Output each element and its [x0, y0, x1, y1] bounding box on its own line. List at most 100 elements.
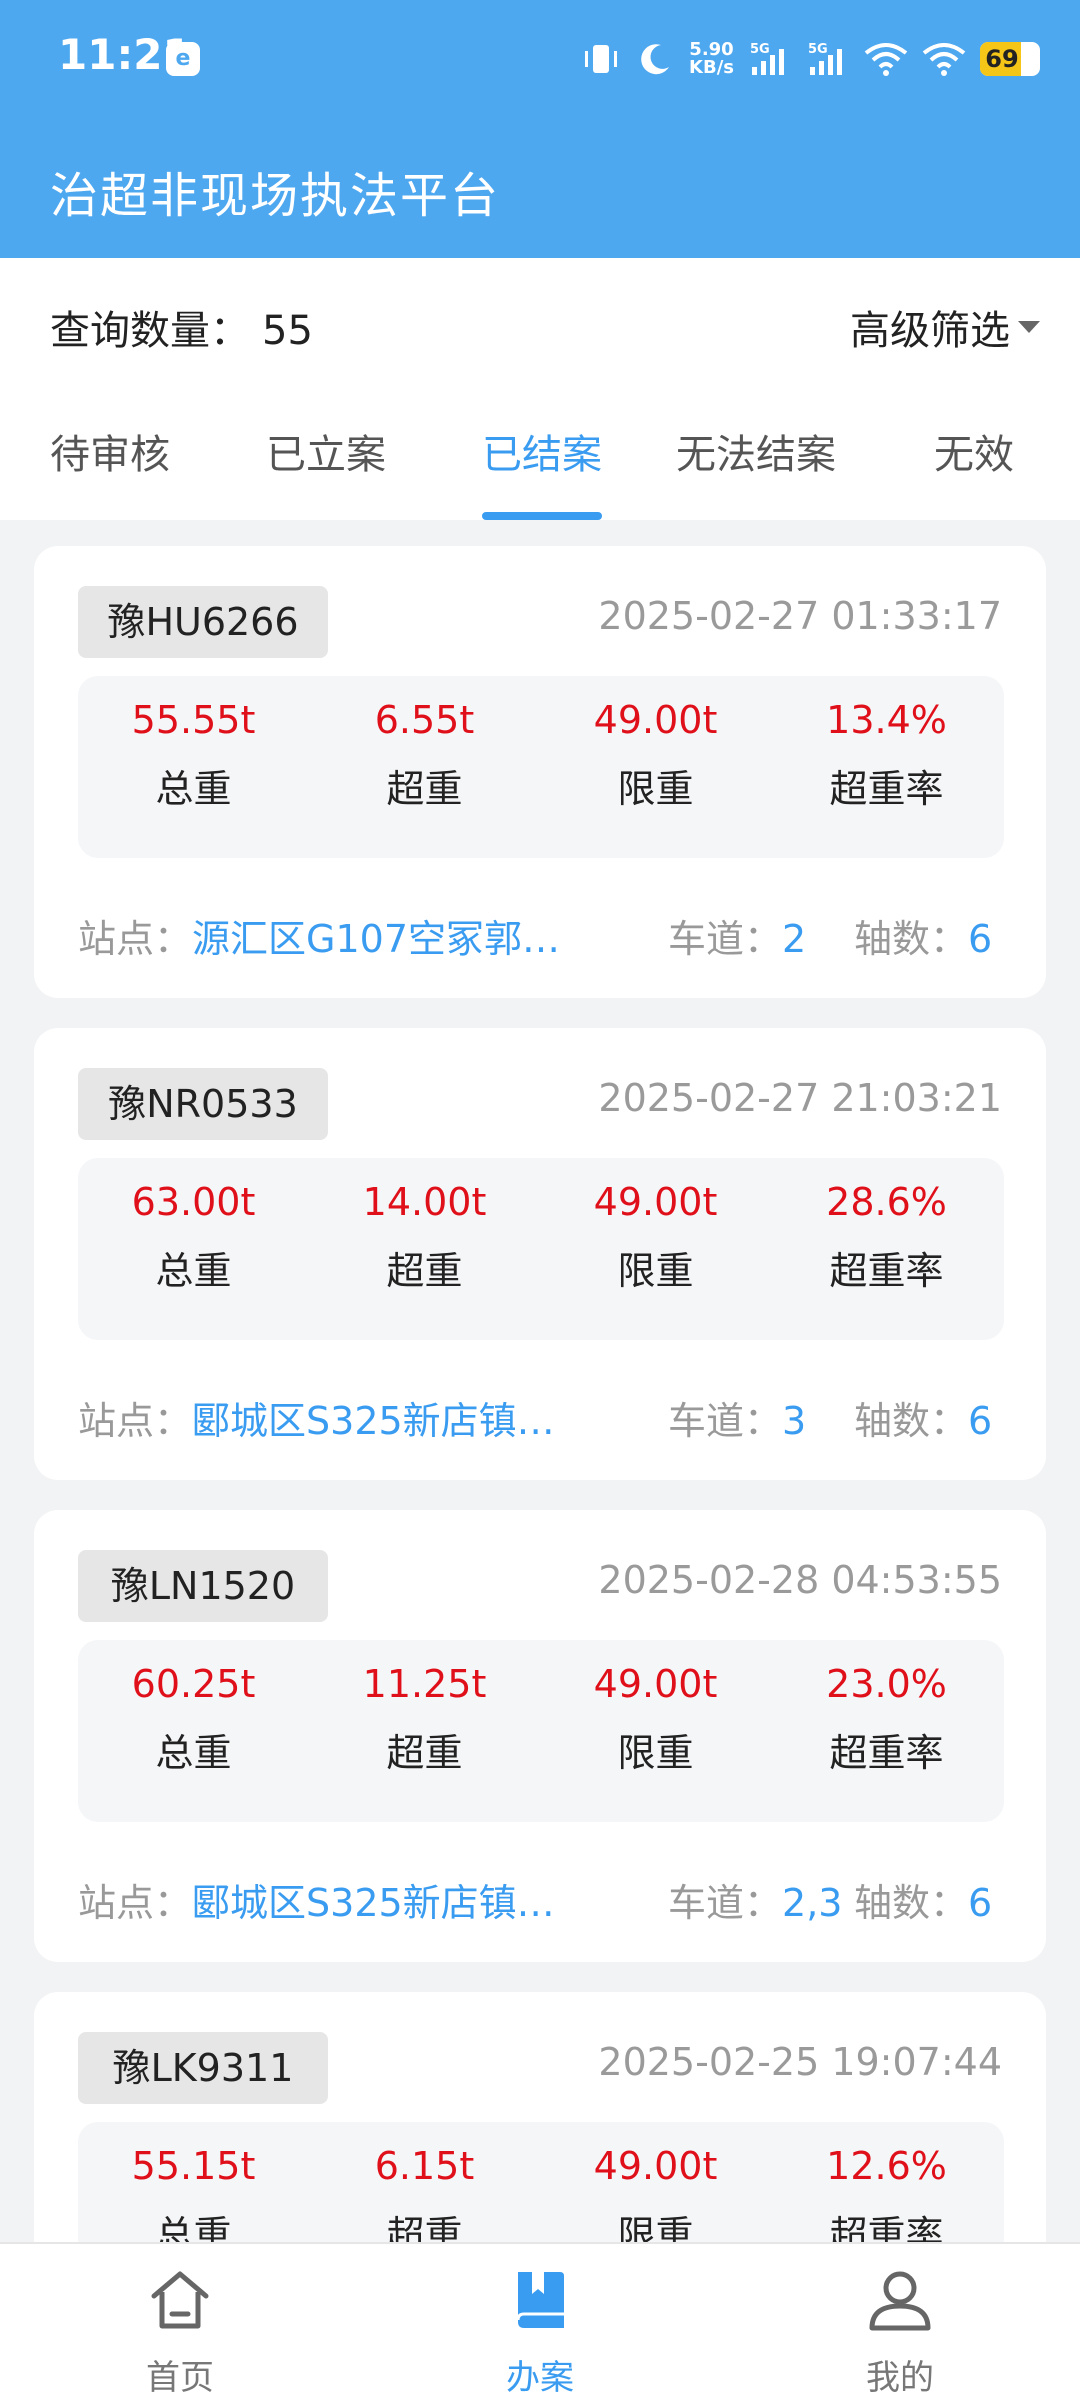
axle-value: 6	[968, 1399, 993, 1443]
user-icon	[869, 2271, 931, 2331]
app-notification-icon: e	[166, 42, 200, 76]
tab-pending-review[interactable]: 待审核	[50, 420, 170, 520]
overweight-label: 超重	[386, 1731, 463, 1775]
axle-value: 6	[968, 1881, 993, 1925]
record-time: 2025-02-27 01:33:17	[598, 594, 1002, 638]
overweight-rate-label: 超重率	[829, 2213, 944, 2242]
lane-value: 3	[782, 1399, 807, 1443]
nav-home[interactable]: 首页	[0, 2244, 360, 2402]
site-value: 郾城区S325新店镇双…	[192, 1399, 593, 1443]
total-weight-value: 55.15t	[131, 2144, 256, 2188]
home-icon	[151, 2271, 209, 2329]
caret-down-icon	[1018, 321, 1040, 333]
overweight-label: 超重	[386, 2213, 463, 2242]
vibrate-icon	[585, 45, 618, 73]
record-time: 2025-02-25 19:07:44	[598, 2040, 1002, 2084]
axle-value: 6	[968, 917, 993, 961]
nav-home-label: 首页	[146, 2358, 214, 2398]
weight-stats: 63.00t 总重 14.00t 超重 49.00t 限重 28.6% 超重率	[78, 1158, 1004, 1340]
case-list: 豫HU6266 2025-02-27 01:33:17 55.55t 总重 6.5…	[0, 520, 1080, 2242]
limit-weight-value: 49.00t	[593, 1662, 718, 1706]
bottom-navigation: 首页 办案 我的	[0, 2242, 1080, 2402]
axle-label: 轴数：	[854, 1399, 969, 1443]
limit-weight-value: 49.00t	[593, 2144, 718, 2188]
overweight-rate-value: 13.4%	[826, 698, 947, 742]
plate-number: 豫LK9311	[78, 2032, 328, 2104]
overweight-rate-label: 超重率	[829, 1249, 944, 1293]
signal-5g-icon: 5G	[750, 42, 784, 75]
total-weight-label: 总重	[155, 1249, 232, 1293]
lane-label: 车道：	[668, 1399, 783, 1443]
battery-level: 69	[985, 45, 1019, 73]
tab-closed[interactable]: 已结案	[482, 420, 602, 520]
case-card[interactable]: 豫LK9311 2025-02-25 19:07:44 55.15t 总重 6.1…	[34, 1992, 1046, 2242]
wifi-icon-2	[922, 43, 966, 76]
status-tabs: 待审核 已立案 已结案 无法结案 无效	[0, 420, 1080, 520]
overweight-rate-value: 12.6%	[826, 2144, 947, 2188]
site-label: 站点：	[78, 1399, 193, 1443]
case-card[interactable]: 豫NR0533 2025-02-27 21:03:21 63.00t 总重 14.…	[34, 1028, 1046, 1480]
axle-label: 轴数：	[854, 917, 969, 961]
limit-weight-value: 49.00t	[593, 698, 718, 742]
record-meta: 站点：源汇区G107空冢郭镇… 车道：2 轴数：6	[78, 908, 1002, 968]
overweight-rate-value: 28.6%	[826, 1180, 947, 1224]
system-icons: 5.90 KB/s 5G 5G 69	[581, 36, 1040, 82]
weight-stats: 60.25t 总重 11.25t 超重 49.00t 限重 23.0% 超重率	[78, 1640, 1004, 1822]
limit-weight-label: 限重	[617, 1249, 694, 1293]
plate-number: 豫NR0533	[78, 1068, 328, 1140]
overweight-value: 6.15t	[374, 2144, 475, 2188]
case-book-icon	[516, 2272, 564, 2328]
lane-label: 车道：	[668, 917, 783, 961]
overweight-rate-value: 23.0%	[826, 1662, 947, 1706]
query-count: 查询数量： 55	[50, 298, 313, 356]
lane-value: 2	[782, 917, 807, 961]
tab-invalid[interactable]: 无效	[934, 420, 1014, 520]
overweight-value: 14.00t	[362, 1180, 487, 1224]
nav-cases-label: 办案	[506, 2358, 574, 2398]
signal-5g-icon-2: 5G	[808, 42, 842, 75]
axle-label: 轴数：	[854, 1881, 969, 1925]
tab-cannot-close[interactable]: 无法结案	[676, 420, 836, 520]
total-weight-label: 总重	[155, 2213, 232, 2242]
app-header: 11:21 e 5.90 KB/s 5G 5G 69 治超非现场执法平台	[0, 0, 1080, 258]
total-weight-label: 总重	[155, 1731, 232, 1775]
total-weight-value: 55.55t	[131, 698, 256, 742]
overweight-label: 超重	[386, 1249, 463, 1293]
lane-value: 2,3	[782, 1881, 843, 1925]
total-weight-value: 60.25t	[131, 1662, 256, 1706]
status-bar: 11:21 e 5.90 KB/s 5G 5G 69	[0, 0, 1080, 118]
case-card[interactable]: 豫HU6266 2025-02-27 01:33:17 55.55t 总重 6.5…	[34, 546, 1046, 998]
advanced-filter-button[interactable]: 高级筛选	[850, 298, 1040, 356]
record-meta: 站点：郾城区S325新店镇双… 车道：2,3 轴数：6	[78, 1872, 1002, 1932]
tab-filed[interactable]: 已立案	[266, 420, 386, 520]
case-card[interactable]: 豫LN1520 2025-02-28 04:53:55 60.25t 总重 11.…	[34, 1510, 1046, 1962]
page-title: 治超非现场执法平台	[50, 168, 501, 224]
battery-icon: 69	[980, 42, 1040, 76]
advanced-filter-label: 高级筛选	[850, 308, 1010, 354]
network-speed: 5.90 KB/s	[689, 39, 734, 78]
plate-number: 豫HU6266	[78, 586, 328, 658]
record-time: 2025-02-28 04:53:55	[598, 1558, 1002, 1602]
site-label: 站点：	[78, 917, 193, 961]
overweight-rate-label: 超重率	[829, 1731, 944, 1775]
limit-weight-value: 49.00t	[593, 1180, 718, 1224]
total-weight-label: 总重	[155, 767, 232, 811]
limit-weight-label: 限重	[617, 1731, 694, 1775]
site-value: 源汇区G107空冢郭镇…	[192, 917, 593, 961]
record-time: 2025-02-27 21:03:21	[598, 1076, 1002, 1120]
overweight-rate-label: 超重率	[829, 767, 944, 811]
weight-stats: 55.55t 总重 6.55t 超重 49.00t 限重 13.4% 超重率	[78, 676, 1004, 858]
plate-number: 豫LN1520	[78, 1550, 328, 1622]
query-count-label: 查询数量：	[50, 308, 250, 354]
nav-mine[interactable]: 我的	[720, 2244, 1080, 2402]
record-meta: 站点：郾城区S325新店镇双… 车道：3 轴数：6	[78, 1390, 1002, 1450]
limit-weight-label: 限重	[617, 2213, 694, 2242]
nav-cases[interactable]: 办案	[360, 2244, 720, 2402]
nav-mine-label: 我的	[866, 2358, 934, 2398]
active-tab-indicator	[482, 512, 602, 520]
wifi-icon	[864, 43, 908, 76]
overweight-value: 6.55t	[374, 698, 475, 742]
do-not-disturb-moon-icon	[641, 44, 670, 75]
site-value: 郾城区S325新店镇双…	[192, 1881, 593, 1925]
site-label: 站点：	[78, 1881, 193, 1925]
